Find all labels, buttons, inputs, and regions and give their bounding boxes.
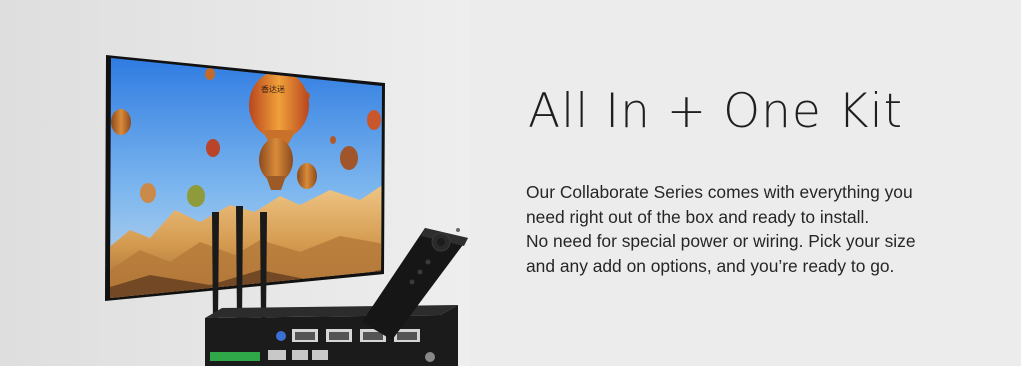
balloon-sign: 香达迷 <box>261 84 285 94</box>
hero-banner: 香达迷 All In + One Kit Our Collaborate Ser… <box>0 0 1021 366</box>
product-photo: 香达迷 <box>0 0 470 366</box>
banner-description: Our Collaborate Series comes with everyt… <box>526 180 996 278</box>
display-screen: 香达迷 <box>105 55 385 301</box>
product-illustration: 香达迷 <box>0 0 470 366</box>
banner-title: All In + One Kit <box>528 84 904 139</box>
description-line: need right out of the box and ready to i… <box>526 206 870 227</box>
description-line: No need for special power or wiring. Pic… <box>526 231 916 251</box>
control-box <box>205 305 458 366</box>
description-line: Our Collaborate Series comes with everyt… <box>526 182 913 202</box>
description-line: and any add on options, and you’re ready… <box>526 255 895 276</box>
banner-copy: All In + One Kit Our Collaborate Series … <box>526 0 1006 366</box>
